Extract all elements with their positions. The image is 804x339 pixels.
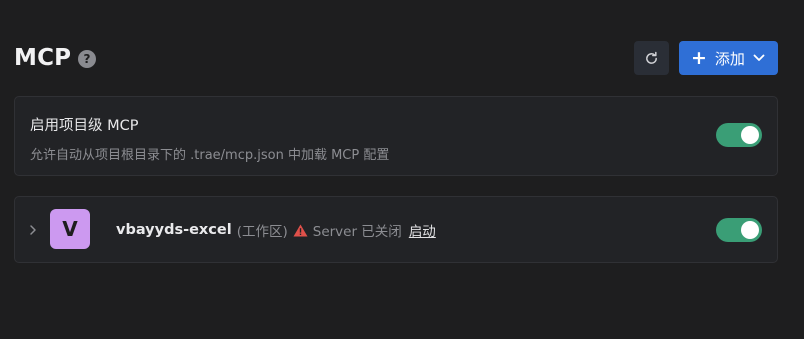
project-mcp-toggle[interactable] — [716, 123, 762, 147]
project-mcp-card: 启用项目级 MCP 允许自动从项目根目录下的 .trae/mcp.json 中加… — [14, 96, 778, 176]
refresh-icon — [646, 51, 657, 64]
server-name: vbayyds-excel — [116, 222, 232, 238]
toggle-knob — [741, 126, 759, 144]
server-avatar: V — [50, 209, 90, 249]
chevron-down-icon — [753, 54, 765, 62]
add-button[interactable]: + 添加 — [679, 41, 778, 75]
server-info: vbayyds-excel (工作区) Server 已关闭 启动 — [116, 220, 436, 240]
server-status: Server 已关闭 — [312, 224, 402, 240]
refresh-button[interactable] — [634, 41, 669, 75]
project-mcp-title: 启用项目级 MCP — [30, 118, 139, 134]
mcp-header: MCP ? + 添加 — [14, 41, 778, 77]
warning-triangle-icon — [293, 224, 308, 237]
add-button-label: 添加 — [714, 49, 745, 68]
server-toggle[interactable] — [716, 218, 762, 242]
server-card: V vbayyds-excel (工作区) Server 已关闭 启动 — [14, 196, 778, 263]
toggle-knob — [741, 221, 759, 239]
server-scope: (工作区) — [236, 224, 288, 240]
page-title: MCP — [14, 45, 72, 71]
project-mcp-description: 允许自动从项目根目录下的 .trae/mcp.json 中加载 MCP 配置 — [30, 148, 390, 163]
chevron-right-icon[interactable] — [27, 222, 39, 238]
question-circle-icon[interactable]: ? — [78, 50, 96, 68]
start-server-link[interactable]: 启动 — [409, 220, 436, 240]
plus-icon: + — [691, 46, 707, 69]
